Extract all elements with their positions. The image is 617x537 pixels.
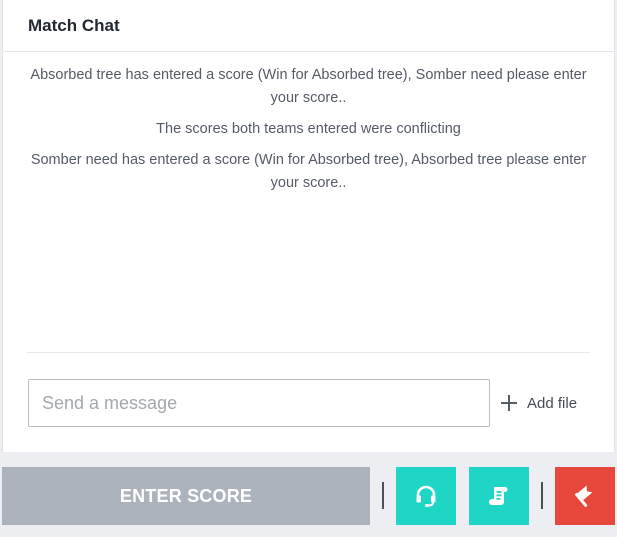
enter-score-button[interactable]: ENTER SCORE (2, 467, 370, 525)
scroll-icon (489, 487, 508, 505)
match-chat-panel: Match Chat Absorbed tree has entered a s… (2, 0, 615, 452)
support-button[interactable] (396, 467, 456, 525)
add-file-label: Add file (527, 394, 578, 412)
chat-message: Absorbed tree has entered a score (Win f… (30, 67, 587, 106)
chat-message: Somber need has entered a score (Win for… (30, 152, 587, 191)
separator (382, 482, 384, 509)
chat-title: Match Chat (28, 15, 120, 35)
chat-header: Match Chat (3, 0, 614, 52)
separator (541, 482, 543, 509)
chat-divider (27, 352, 590, 353)
headset-icon (416, 485, 436, 507)
rules-button[interactable] (469, 467, 529, 525)
message-list: Absorbed tree has entered a score (Win f… (3, 52, 614, 352)
plus-icon (500, 394, 518, 412)
chat-message: The scores both teams entered were confl… (156, 121, 461, 137)
message-input[interactable] (28, 379, 490, 427)
dispute-button[interactable] (555, 467, 615, 525)
flag-icon (574, 485, 593, 507)
add-file-button[interactable]: Add file (500, 388, 577, 418)
